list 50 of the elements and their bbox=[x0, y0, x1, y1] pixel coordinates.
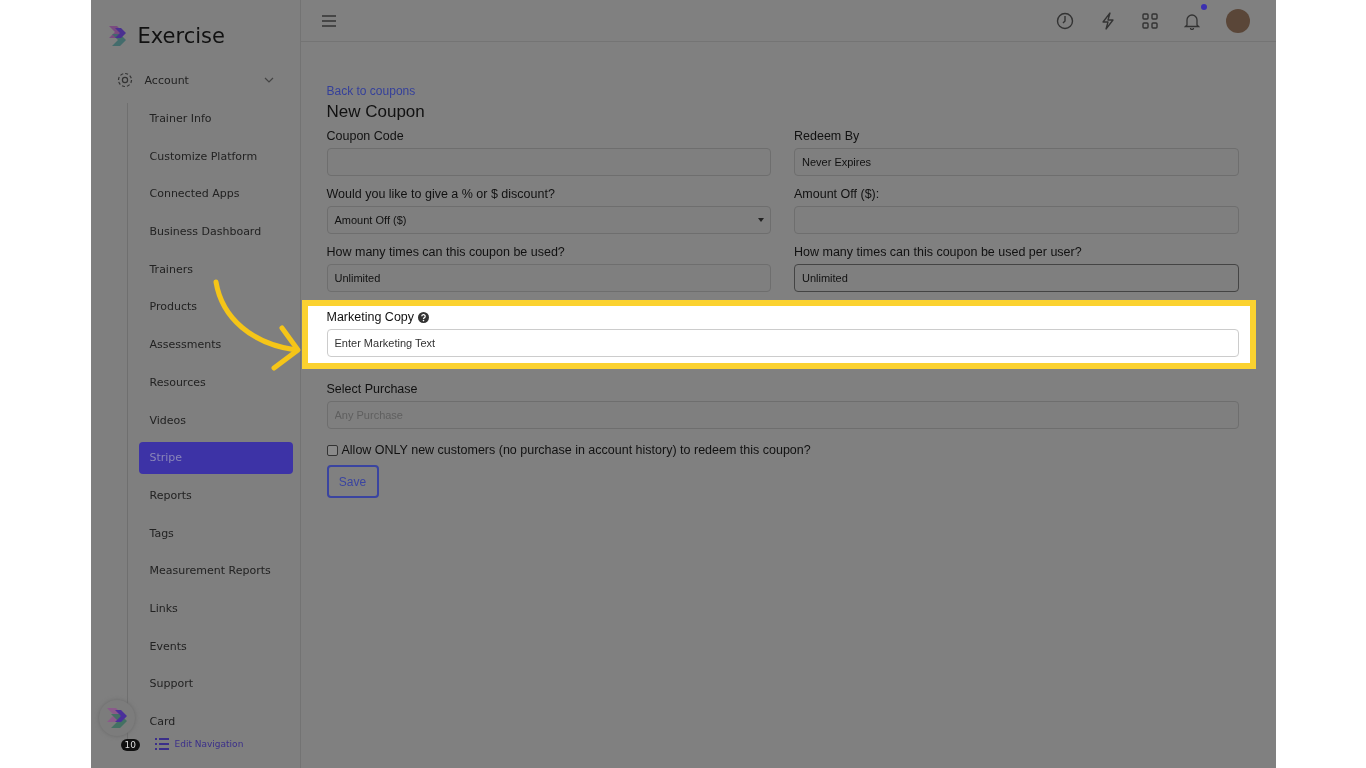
bell-icon bbox=[1183, 11, 1200, 30]
field-label: Marketing Copy bbox=[326, 310, 415, 324]
sidebar-item[interactable]: Customize Platform bbox=[138, 140, 293, 173]
sidebar-item[interactable]: Resources bbox=[138, 366, 293, 399]
sidebar-item[interactable]: Trainer Info bbox=[138, 103, 293, 135]
sidebar-item[interactable]: Assessments bbox=[138, 329, 293, 362]
sidebar-item[interactable]: Connected Apps bbox=[138, 178, 293, 211]
menu-icon bbox=[320, 13, 337, 28]
checkbox[interactable] bbox=[326, 444, 338, 456]
dropdown-value: Amount Off ($) bbox=[334, 214, 407, 226]
count-badge: 10 bbox=[120, 739, 140, 751]
account-menu-item[interactable]: Account bbox=[115, 69, 275, 91]
caret-icon bbox=[758, 218, 764, 222]
edit-navigation-label: Edit Navigation bbox=[174, 739, 244, 749]
list-icon bbox=[154, 738, 169, 750]
dropdown[interactable]: Amount Off ($) bbox=[326, 206, 771, 234]
field-label: How many times can this coupon be used per user? bbox=[794, 245, 1082, 259]
sidebar-item[interactable]: Tags bbox=[138, 517, 293, 550]
launcher-button[interactable] bbox=[98, 700, 135, 736]
field-label: Amount Off ($): bbox=[794, 187, 880, 201]
clock-icon bbox=[1055, 11, 1074, 30]
page-title: New Coupon bbox=[326, 102, 426, 122]
sidebar-item[interactable]: Measurement Reports bbox=[138, 555, 293, 588]
sidebar-item[interactable]: Stripe bbox=[138, 442, 293, 475]
sidebar-item[interactable]: Events bbox=[138, 630, 293, 663]
field-label: How many times can this coupon be used? bbox=[326, 245, 565, 259]
app-name: Exercise bbox=[137, 24, 225, 48]
field-label: Would you like to give a % or $ discount? bbox=[326, 187, 555, 201]
sidebar-item[interactable]: Trainers bbox=[138, 253, 293, 286]
sidebar-item[interactable]: Links bbox=[138, 592, 293, 625]
avatar[interactable] bbox=[1225, 8, 1250, 33]
input-field[interactable]: Unlimited bbox=[794, 264, 1239, 292]
sidebar-item[interactable]: Reports bbox=[138, 479, 293, 512]
input-field[interactable]: Unlimited bbox=[326, 264, 771, 292]
sidebar-item[interactable]: Videos bbox=[138, 404, 293, 437]
sidebar-item[interactable]: Support bbox=[138, 668, 293, 701]
field-label: Redeem By bbox=[794, 129, 860, 143]
input-field[interactable]: Never Expires bbox=[794, 148, 1239, 176]
save-button[interactable]: Save bbox=[326, 465, 379, 498]
sidebar-item[interactable]: Products bbox=[138, 291, 293, 324]
checkbox-label: Allow ONLY new customers (no purchase in account history) to redeem this coupon? bbox=[341, 443, 811, 457]
grid-icon bbox=[1141, 12, 1158, 29]
sidebar-item[interactable]: Card bbox=[138, 706, 293, 738]
field-label: Coupon Code bbox=[326, 129, 404, 143]
edit-navigation-link[interactable]: Edit Navigation bbox=[154, 738, 244, 750]
gear-icon bbox=[115, 71, 134, 89]
sidebar-item[interactable]: Business Dashboard bbox=[138, 216, 293, 249]
menu-label: Account bbox=[144, 73, 190, 87]
field-label: Select Purchase bbox=[326, 382, 418, 396]
back-link[interactable]: Back to coupons bbox=[326, 84, 1239, 98]
